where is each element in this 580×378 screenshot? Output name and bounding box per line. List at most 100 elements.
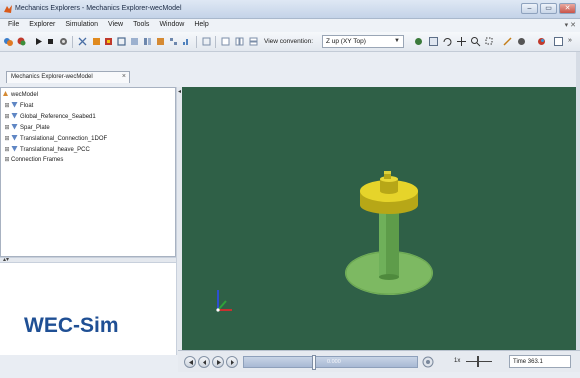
step-back-icon <box>203 360 206 365</box>
play-icon[interactable] <box>33 36 44 47</box>
close-button[interactable]: ✕ <box>559 3 576 14</box>
zoom-box-icon[interactable] <box>484 36 495 47</box>
layout-icon[interactable] <box>129 36 140 47</box>
time-field[interactable]: Time 363.1 <box>509 355 571 368</box>
subsystem-icon <box>11 113 18 119</box>
expand-icon[interactable]: ⊞ <box>3 146 11 153</box>
menu-help[interactable]: Help <box>190 19 214 32</box>
select-icon[interactable] <box>428 36 439 47</box>
fit-icon[interactable] <box>77 36 88 47</box>
zoom-in-icon[interactable] <box>470 36 481 47</box>
menu-bar: File Explorer Simulation View Tools Wind… <box>0 19 580 32</box>
quad-view-icon[interactable] <box>168 36 179 47</box>
pan-icon[interactable] <box>456 36 467 47</box>
window-title: Mechanics Explorers - Mechanics Explorer… <box>15 5 182 12</box>
chart-icon[interactable] <box>181 36 192 47</box>
document-tab-bar: Mechanics Explorer-wecModel × <box>0 52 180 83</box>
splitter-arrows-icon: ▴▾ <box>3 257 10 263</box>
menu-view[interactable]: View <box>104 19 129 32</box>
speed-value: 1x <box>454 358 461 364</box>
expand-icon[interactable]: ⊞ <box>3 113 11 120</box>
menu-file[interactable]: File <box>4 19 25 32</box>
model-tree: wecModel ⊞ Float ⊞ Global_Reference_Seabed… <box>0 87 176 257</box>
gear-icon[interactable] <box>58 36 69 47</box>
tree-item-label: Connection Frames <box>11 157 64 163</box>
play-button[interactable] <box>212 356 224 368</box>
tree-root[interactable]: wecModel <box>2 90 38 100</box>
subsystem-icon <box>11 135 18 141</box>
properties-panel <box>0 263 178 355</box>
grid-icon[interactable] <box>201 36 212 47</box>
chevron-down-icon: ▼ <box>394 38 400 44</box>
toolbar: View convention: Z up (XY Top) ▼ » <box>0 32 580 52</box>
title-bar: Mechanics Explorers - Mechanics Explorer… <box>0 0 580 19</box>
view-convention-value: Z up (XY Top) <box>326 38 366 45</box>
tree-root-label: wecModel <box>11 92 39 98</box>
expand-icon[interactable]: ⊞ <box>3 156 11 163</box>
3d-viewport[interactable] <box>182 87 578 350</box>
menu-window[interactable]: Window <box>155 19 190 32</box>
side-by-side-icon[interactable] <box>234 36 245 47</box>
tab-mechanics-explorer[interactable]: Mechanics Explorer-wecModel × <box>6 71 130 83</box>
progress-label: 0.000 <box>327 359 341 365</box>
frame-icon[interactable] <box>116 36 127 47</box>
expand-icon[interactable]: ⊞ <box>3 102 11 109</box>
tree-item-label: Float <box>20 103 34 109</box>
view-convention-label: View convention: <box>264 38 314 45</box>
scene-svg <box>216 171 433 312</box>
measure-icon[interactable] <box>502 36 513 47</box>
model-root-icon <box>3 91 8 96</box>
tree-item-float[interactable]: ⊞ Float <box>3 101 33 111</box>
speed-slider-knob[interactable] <box>477 356 479 367</box>
expand-icon[interactable]: ⊞ <box>3 135 11 142</box>
speed-slider[interactable] <box>466 356 492 367</box>
step-forward-button[interactable] <box>226 356 238 368</box>
tree-item-label: Spar_Plate <box>20 125 50 131</box>
loop-icon[interactable] <box>422 356 434 368</box>
camera-icon[interactable] <box>516 36 527 47</box>
open-model-icon[interactable] <box>3 36 14 47</box>
stop-icon[interactable] <box>45 36 56 47</box>
tree-item-global-reference[interactable]: ⊞ Global_Reference_Seabed1 <box>3 112 96 122</box>
subsystem-icon <box>11 124 18 130</box>
view-convention-select[interactable]: Z up (XY Top) ▼ <box>322 35 404 48</box>
tab-label: Mechanics Explorer-wecModel <box>11 74 93 80</box>
model-icon[interactable] <box>91 36 102 47</box>
subsystem-icon <box>11 146 18 152</box>
step-back-button[interactable] <box>198 356 210 368</box>
menu-simulation[interactable]: Simulation <box>61 19 104 32</box>
split-icon[interactable] <box>142 36 153 47</box>
rotate-icon[interactable] <box>442 36 453 47</box>
menu-tools[interactable]: Tools <box>129 19 155 32</box>
close-icon[interactable]: × <box>122 73 126 80</box>
playback-progress[interactable]: 0.000 <box>243 355 418 370</box>
right-scrollbar[interactable] <box>576 52 580 352</box>
color-icon[interactable] <box>536 36 547 47</box>
frame-toggle-icon[interactable] <box>553 36 564 47</box>
library-icon[interactable] <box>103 36 114 47</box>
window-icon[interactable] <box>220 36 231 47</box>
tree-item-label: Translational_Connection_1DOF <box>20 136 108 142</box>
refresh-icon[interactable] <box>16 36 27 47</box>
tree-item-connection-frames[interactable]: ⊞Connection Frames <box>3 156 63 166</box>
expand-icon[interactable]: ⊞ <box>3 124 11 131</box>
tree-item-translational-connection[interactable]: ⊞ Translational_Connection_1DOF <box>3 134 107 144</box>
splitter-grip-icon: ◂ <box>178 89 182 95</box>
subsystem-icon <box>11 102 18 108</box>
menu-dock-controls[interactable]: ▾ ✕ <box>565 21 576 29</box>
minimize-button[interactable]: – <box>521 3 538 14</box>
rewind-button[interactable] <box>184 356 196 368</box>
tree-item-spar-plate[interactable]: ⊞ Spar_Plate <box>3 123 50 133</box>
mechanics-explorer-window: Mechanics Explorers - Mechanics Explorer… <box>0 0 580 378</box>
rewind-icon <box>189 360 193 365</box>
home-view-icon[interactable] <box>413 36 424 47</box>
wec-sim-logo: WEC-Sim <box>24 314 119 337</box>
menu-explorer[interactable]: Explorer <box>25 19 61 32</box>
toolbar-overflow-icon[interactable]: » <box>568 37 572 44</box>
tree-item-translational-heave[interactable]: ⊞ Translational_heave_PCC <box>3 145 90 155</box>
maximize-button[interactable]: ▭ <box>540 3 557 14</box>
stacked-view-icon[interactable] <box>248 36 259 47</box>
matlab-icon <box>4 5 12 13</box>
single-view-icon[interactable] <box>155 36 166 47</box>
progress-thumb[interactable] <box>312 355 316 370</box>
